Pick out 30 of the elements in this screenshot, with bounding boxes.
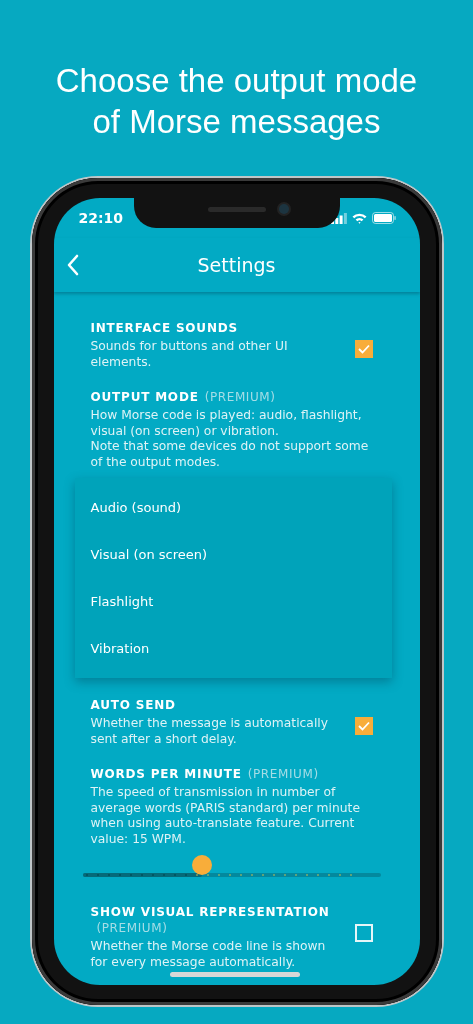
slider-thumb[interactable] bbox=[191, 855, 212, 875]
setting-title: WORDS PER MINUTE (PREMIUM) bbox=[90, 766, 320, 782]
premium-label: (PREMIUM) bbox=[247, 766, 319, 782]
premium-label: (PREMIUM) bbox=[204, 389, 276, 405]
menu-option[interactable]: Flashlight bbox=[74, 578, 392, 625]
setting-description: Whether the message is automatically sent after a short delay. bbox=[90, 716, 329, 747]
setting-title: OUTPUT MODE (PREMIUM) bbox=[90, 389, 277, 405]
setting-description: Sounds for buttons and other UI elements. bbox=[90, 339, 289, 370]
checkbox[interactable] bbox=[354, 340, 373, 358]
headline: Choose the output mode of Morse messages bbox=[54, 61, 419, 142]
signal-icon bbox=[330, 212, 347, 224]
battery-icon bbox=[371, 212, 396, 224]
back-icon[interactable] bbox=[65, 254, 80, 276]
setting-title: INTERFACE SOUNDS bbox=[90, 320, 239, 336]
setting-description: How Morse code is played: audio, flashlight, visual (on screen) or vibration. Note that some devices do not support some of the output modes. bbox=[90, 408, 370, 470]
checkbox[interactable] bbox=[354, 717, 373, 735]
setting-title: SHOW VISUAL REPRESENTATION (PREMIUM) bbox=[90, 904, 331, 936]
menu-option[interactable]: Audio (sound) bbox=[74, 484, 392, 531]
premium-label: (PREMIUM) bbox=[96, 920, 168, 936]
check-icon bbox=[357, 721, 370, 731]
setting-description: The speed of transmission in number of average words (PARIS standard) per minute when using auto-translate feature. Current value: 15 WPM. bbox=[90, 785, 361, 847]
setting-description: Whether the Morse code line is shown for every message automatically. bbox=[90, 939, 327, 970]
screen-title: Settings bbox=[197, 254, 276, 276]
status-time: 22:10 bbox=[78, 210, 124, 226]
check-icon bbox=[357, 344, 370, 354]
checkbox[interactable] bbox=[354, 924, 373, 942]
menu-option[interactable]: Visual (on screen) bbox=[74, 531, 392, 578]
wifi-icon bbox=[351, 212, 367, 224]
setting-title: AUTO SEND bbox=[90, 697, 177, 713]
menu-option[interactable]: Vibration bbox=[74, 625, 392, 672]
